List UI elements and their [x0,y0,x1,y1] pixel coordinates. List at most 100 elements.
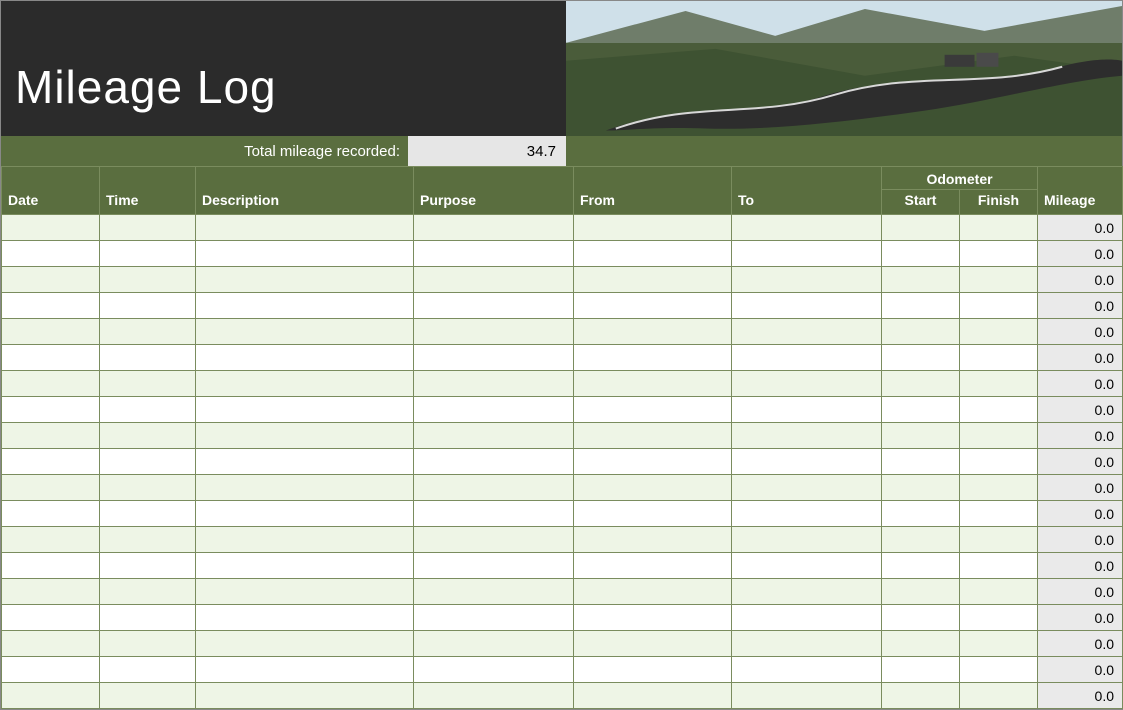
time-cell[interactable] [100,657,196,683]
time-cell[interactable] [100,631,196,657]
start-cell[interactable] [882,605,960,631]
start-cell[interactable] [882,553,960,579]
description-cell[interactable] [196,579,414,605]
to-cell[interactable] [732,215,882,241]
start-cell[interactable] [882,345,960,371]
start-cell[interactable] [882,657,960,683]
description-cell[interactable] [196,215,414,241]
purpose-cell[interactable] [414,397,574,423]
date-cell[interactable] [2,605,100,631]
start-cell[interactable] [882,241,960,267]
from-cell[interactable] [574,579,732,605]
purpose-cell[interactable] [414,501,574,527]
purpose-cell[interactable] [414,423,574,449]
start-cell[interactable] [882,397,960,423]
purpose-cell[interactable] [414,319,574,345]
description-cell[interactable] [196,527,414,553]
time-cell[interactable] [100,267,196,293]
from-cell[interactable] [574,423,732,449]
date-cell[interactable] [2,475,100,501]
to-cell[interactable] [732,475,882,501]
purpose-cell[interactable] [414,475,574,501]
date-cell[interactable] [2,683,100,709]
description-cell[interactable] [196,345,414,371]
to-cell[interactable] [732,605,882,631]
start-cell[interactable] [882,215,960,241]
from-cell[interactable] [574,397,732,423]
start-cell[interactable] [882,475,960,501]
time-cell[interactable] [100,215,196,241]
from-cell[interactable] [574,241,732,267]
finish-cell[interactable] [960,449,1038,475]
time-cell[interactable] [100,449,196,475]
purpose-cell[interactable] [414,293,574,319]
finish-cell[interactable] [960,397,1038,423]
date-cell[interactable] [2,527,100,553]
date-cell[interactable] [2,345,100,371]
time-cell[interactable] [100,423,196,449]
from-cell[interactable] [574,371,732,397]
date-cell[interactable] [2,657,100,683]
from-cell[interactable] [574,319,732,345]
time-cell[interactable] [100,475,196,501]
from-cell[interactable] [574,475,732,501]
time-cell[interactable] [100,579,196,605]
finish-cell[interactable] [960,319,1038,345]
finish-cell[interactable] [960,579,1038,605]
description-cell[interactable] [196,423,414,449]
to-cell[interactable] [732,631,882,657]
description-cell[interactable] [196,371,414,397]
date-cell[interactable] [2,449,100,475]
date-cell[interactable] [2,215,100,241]
to-cell[interactable] [732,397,882,423]
to-cell[interactable] [732,267,882,293]
time-cell[interactable] [100,241,196,267]
purpose-cell[interactable] [414,605,574,631]
time-cell[interactable] [100,683,196,709]
purpose-cell[interactable] [414,241,574,267]
purpose-cell[interactable] [414,657,574,683]
start-cell[interactable] [882,293,960,319]
finish-cell[interactable] [960,683,1038,709]
start-cell[interactable] [882,371,960,397]
from-cell[interactable] [574,345,732,371]
date-cell[interactable] [2,319,100,345]
from-cell[interactable] [574,553,732,579]
purpose-cell[interactable] [414,579,574,605]
finish-cell[interactable] [960,475,1038,501]
finish-cell[interactable] [960,657,1038,683]
date-cell[interactable] [2,293,100,319]
from-cell[interactable] [574,527,732,553]
start-cell[interactable] [882,683,960,709]
purpose-cell[interactable] [414,553,574,579]
description-cell[interactable] [196,267,414,293]
time-cell[interactable] [100,527,196,553]
start-cell[interactable] [882,579,960,605]
finish-cell[interactable] [960,553,1038,579]
finish-cell[interactable] [960,293,1038,319]
to-cell[interactable] [732,319,882,345]
time-cell[interactable] [100,345,196,371]
description-cell[interactable] [196,657,414,683]
time-cell[interactable] [100,605,196,631]
from-cell[interactable] [574,267,732,293]
description-cell[interactable] [196,319,414,345]
finish-cell[interactable] [960,605,1038,631]
finish-cell[interactable] [960,423,1038,449]
start-cell[interactable] [882,319,960,345]
purpose-cell[interactable] [414,215,574,241]
start-cell[interactable] [882,267,960,293]
description-cell[interactable] [196,241,414,267]
start-cell[interactable] [882,527,960,553]
purpose-cell[interactable] [414,631,574,657]
date-cell[interactable] [2,501,100,527]
purpose-cell[interactable] [414,371,574,397]
description-cell[interactable] [196,449,414,475]
description-cell[interactable] [196,397,414,423]
description-cell[interactable] [196,683,414,709]
to-cell[interactable] [732,293,882,319]
to-cell[interactable] [732,449,882,475]
from-cell[interactable] [574,683,732,709]
start-cell[interactable] [882,501,960,527]
finish-cell[interactable] [960,215,1038,241]
